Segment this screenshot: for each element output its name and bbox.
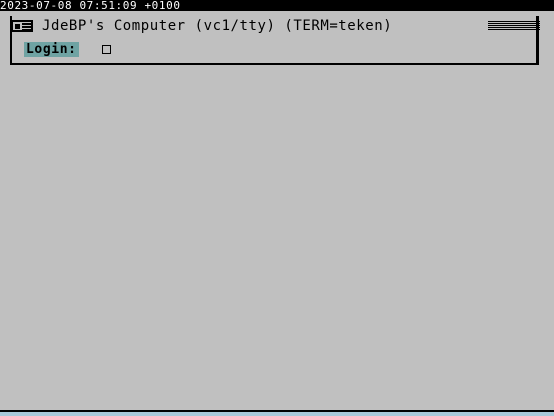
window-grip-icon[interactable]: [488, 21, 540, 32]
bottom-bar: [0, 410, 554, 416]
window-menu-icon[interactable]: [11, 20, 33, 32]
text-cursor[interactable]: [102, 45, 111, 54]
terminal-content[interactable]: Login:: [22, 42, 532, 58]
clock: 2023-07-08 07:51:09 +0100: [0, 0, 181, 11]
title-bar: JdeBP's Computer (vc1/tty) (TERM=teken): [10, 16, 541, 37]
top-status-bar: 2023-07-08 07:51:09 +0100: [0, 0, 554, 11]
login-prompt: Login:: [24, 42, 79, 57]
terminal-window: JdeBP's Computer (vc1/tty) (TERM=teken) …: [10, 16, 541, 65]
window-title: JdeBP's Computer (vc1/tty) (TERM=teken): [42, 18, 393, 34]
